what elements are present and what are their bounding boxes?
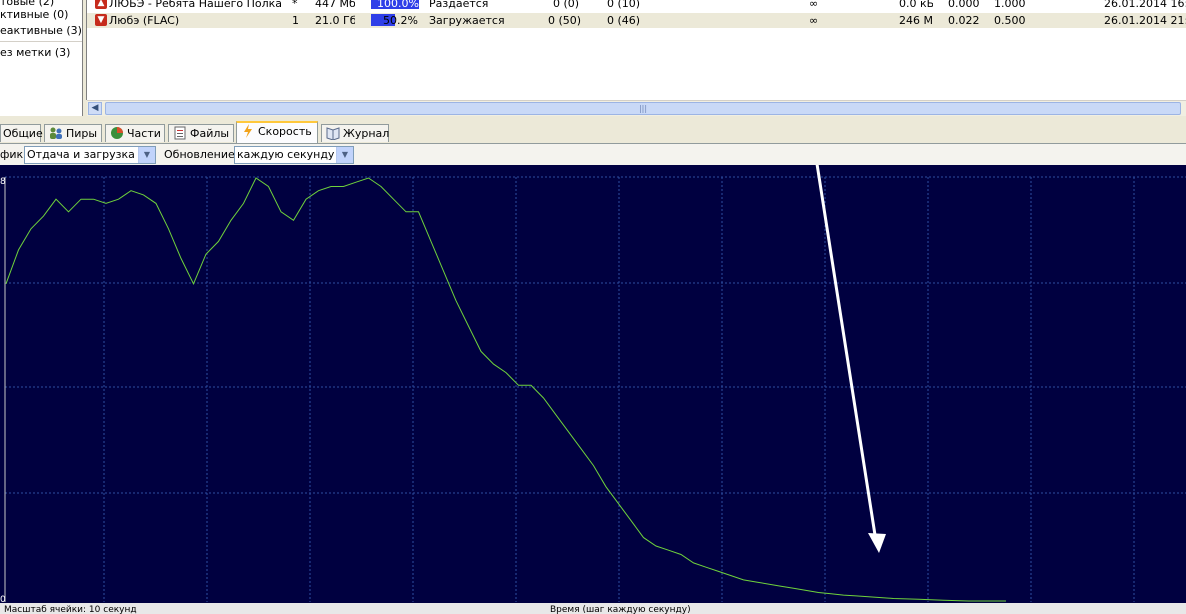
tab-peers[interactable]: Пиры (44, 124, 102, 142)
speed-graph-canvas: 8 0 Масштаб ячейки: 10 секунд Время (шаг… (0, 165, 1186, 614)
progress-label: 100.0% (377, 0, 419, 10)
tab-speed[interactable]: Скорость (236, 121, 318, 143)
torrent-availability: 1.000 (994, 0, 1026, 10)
downloading-status-icon: ▼ (95, 14, 107, 26)
torrent-ratio: 0.022 (948, 14, 980, 27)
torrent-eta: ∞ (809, 14, 819, 27)
tab-log[interactable]: Журнал (321, 124, 389, 142)
torrent-size: 21.0 Гб (315, 14, 355, 27)
graph-toolbar: фик: Отдача и загрузка ▼ Обновление: каж… (0, 143, 1186, 166)
update-interval-value: каждую секунду (237, 148, 335, 161)
torrent-row[interactable]: ▲ ЛЮБЭ - Ребята Нашего Полка Flac * 447 … (87, 0, 1186, 11)
label-filter-inactive[interactable]: еактивные (3) (0, 24, 82, 37)
label-filter-no-label[interactable]: ез метки (3) (0, 46, 70, 59)
graph-type-value: Отдача и загрузка (27, 148, 135, 161)
torrent-eta: ∞ (809, 0, 819, 10)
speed-graph: 8 0 Масштаб ячейки: 10 секунд Время (шаг… (0, 165, 1186, 614)
torrent-peers: 0 (46) (607, 14, 641, 27)
scroll-left-button[interactable]: ◀ (88, 102, 102, 115)
tab-label: Пиры (66, 127, 98, 140)
graph-background (0, 165, 1186, 603)
seeding-status-icon: ▲ (95, 0, 107, 9)
torrent-peers: 0 (10) (607, 0, 641, 10)
tab-general[interactable]: Общие (0, 124, 43, 142)
time-step-label: Время (шаг каждую секунду) (550, 605, 691, 614)
files-icon (174, 126, 186, 140)
torrent-number: 1 (292, 14, 299, 27)
torrent-number: * (292, 0, 298, 10)
pieces-icon (111, 127, 123, 139)
tab-label: Части (127, 127, 161, 140)
torrent-name: ЛЮБЭ - Ребята Нашего Полка Flac (109, 0, 283, 10)
progress-label: 50.2% (383, 14, 418, 27)
torrent-availability: 0.500 (994, 14, 1026, 27)
torrent-ratio: 0.000 (948, 0, 980, 10)
graph-label: фик: (0, 148, 27, 161)
tab-label: Файлы (190, 127, 230, 140)
cell-scale-label: Масштаб ячейки: 10 секунд (4, 605, 137, 614)
label-filter-active[interactable]: ктивные (0) (0, 8, 68, 21)
tab-label: Общие (3, 127, 43, 140)
torrent-uploaded: 0.0 кБ (899, 0, 933, 10)
torrent-added: 26.01.2014 16:... (1104, 0, 1186, 10)
torrent-size: 447 Мб (315, 0, 355, 10)
torrent-status: Загружается (429, 14, 505, 27)
tab-label: Скорость (258, 125, 312, 138)
label-filter-panel: товые (2) ктивные (0) еактивные (3) ез м… (0, 0, 83, 116)
label-filter-seeding[interactable]: товые (2) (0, 0, 54, 8)
label-divider (0, 41, 82, 42)
peers-icon (50, 127, 62, 139)
torrent-list: ▲ ЛЮБЭ - Ребята Нашего Полка Flac * 447 … (86, 0, 1186, 100)
torrent-row[interactable]: ▼ Любэ (FLAC) 1 21.0 Гб 50.2% Загружаетс… (87, 13, 1186, 28)
torrent-uploaded: 246 Мб (899, 14, 933, 27)
chevron-down-icon[interactable]: ▼ (336, 147, 353, 163)
scroll-grip: ||| (638, 104, 648, 113)
tab-pieces[interactable]: Части (105, 124, 165, 142)
horizontal-scrollbar[interactable]: ◀ ||| (87, 100, 1186, 116)
lightning-icon (244, 124, 252, 138)
tab-files[interactable]: Файлы (168, 124, 234, 142)
torrent-status: Раздается (429, 0, 489, 10)
torrent-seeds: 0 (50) (548, 14, 582, 27)
torrent-name: Любэ (FLAC) (109, 14, 180, 27)
update-interval-select[interactable]: каждую секунду ▼ (234, 146, 354, 164)
update-label: Обновление: (164, 148, 239, 161)
y-axis-max-label: 8 (0, 177, 6, 187)
torrent-seeds: 0 (0) (553, 0, 580, 10)
details-tabs: Общие Пиры Части Файлы Скорость Журнал (0, 121, 1186, 143)
journal-icon (326, 127, 340, 140)
scroll-thumb[interactable]: ||| (105, 102, 1181, 115)
chevron-down-icon[interactable]: ▼ (138, 147, 155, 163)
torrent-added: 26.01.2014 21:... (1104, 14, 1186, 27)
graph-type-select[interactable]: Отдача и загрузка ▼ (24, 146, 156, 164)
tab-label: Журнал (343, 127, 390, 140)
